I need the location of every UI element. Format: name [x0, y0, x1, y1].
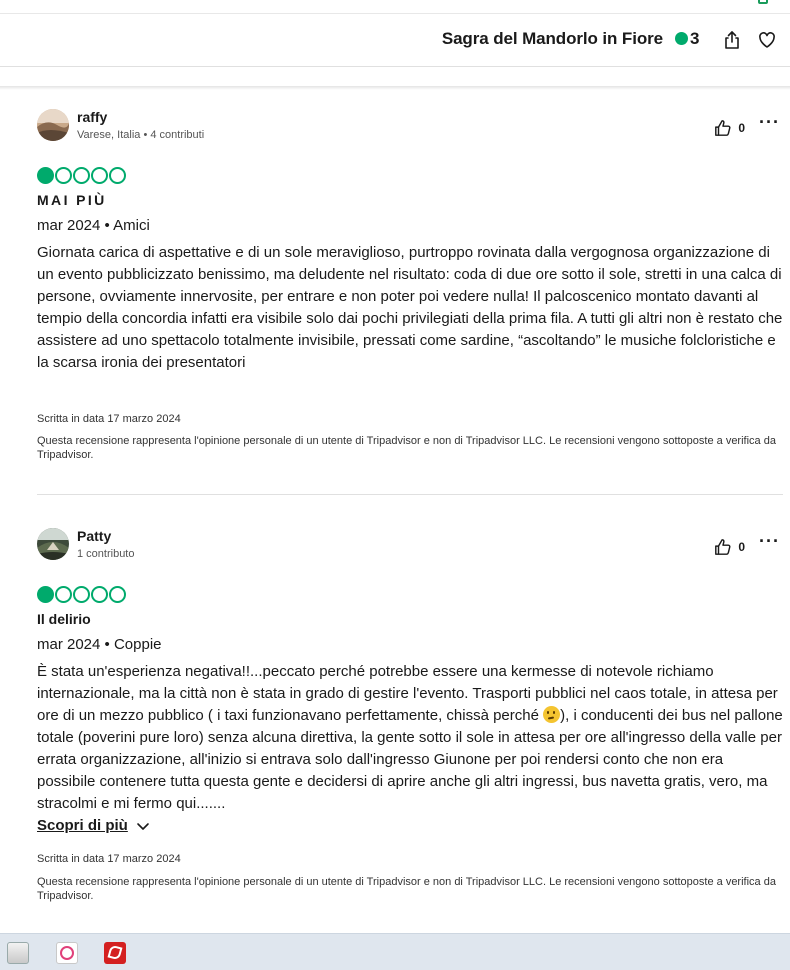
helpful-vote-button[interactable]: 0: [714, 119, 745, 137]
chevron-down-icon: [137, 822, 149, 830]
review-text: Giornata carica di aspettative e di un s…: [37, 244, 783, 371]
bubble-icon: [109, 167, 126, 184]
bubble-icon: [109, 586, 126, 603]
divider: [37, 494, 783, 495]
taskbar: [0, 933, 790, 970]
sticky-header: Sagra del Mandorlo in Fiore 3: [0, 14, 790, 67]
partial-icon: [758, 0, 768, 4]
bubble-icon: [37, 586, 54, 603]
more-options-icon[interactable]: ···: [759, 532, 779, 554]
disclaimer: Questa recensione rappresenta l'opinione…: [37, 435, 776, 461]
acrobat-icon[interactable]: [104, 942, 126, 964]
avatar[interactable]: [37, 109, 69, 141]
header-shadow: [0, 86, 790, 90]
vote-count: 0: [738, 540, 745, 554]
thumbs-up-icon: [715, 539, 731, 555]
rating-dot-icon: [675, 32, 688, 45]
review-title[interactable]: MAI PIÙ: [37, 192, 107, 208]
bubble-icon: [55, 167, 72, 184]
rating-value: 3: [690, 29, 700, 48]
bubble-icon: [91, 586, 108, 603]
thumbs-up-icon: [715, 120, 731, 136]
more-options-icon[interactable]: ···: [759, 113, 779, 135]
bubble-icon: [91, 167, 108, 184]
bubble-icon: [73, 586, 90, 603]
written-date: Scritta in data 17 marzo 2024: [37, 413, 181, 425]
read-more-label: Scopri di più: [37, 817, 128, 834]
review-date: mar 2024 • Coppie: [37, 636, 162, 653]
avatar[interactable]: [37, 528, 69, 560]
review-text: È stata un'esperienza negativa!!...pecca…: [37, 661, 783, 815]
rating-bubbles: [37, 167, 126, 184]
bubble-icon: [73, 167, 90, 184]
heart-icon[interactable]: [757, 30, 777, 50]
vote-count: 0: [738, 121, 745, 135]
itunes-icon[interactable]: [56, 942, 78, 964]
username[interactable]: raffy: [77, 109, 107, 125]
user-info: 1 contributo: [77, 548, 135, 560]
bubble-icon: [55, 586, 72, 603]
top-strip: [0, 0, 790, 14]
helpful-vote-button[interactable]: 0: [714, 538, 745, 556]
share-icon[interactable]: [722, 30, 742, 50]
read-more-link[interactable]: Scopri di più: [37, 817, 150, 834]
review-card: raffy Varese, Italia • 4 contributi 0 ··…: [37, 109, 783, 469]
review-title[interactable]: Il delirio: [37, 611, 91, 627]
review-card: Patty 1 contributo 0 ··· Il delirio mar …: [37, 528, 783, 908]
disclaimer: Questa recensione rappresenta l'opinione…: [37, 876, 776, 902]
user-info: Varese, Italia • 4 contributi: [77, 129, 205, 141]
rating-bubbles: [37, 586, 126, 603]
written-date: Scritta in data 17 marzo 2024: [37, 853, 181, 865]
thinking-face-emoji: [543, 706, 561, 723]
username[interactable]: Patty: [77, 528, 111, 544]
review-date: mar 2024 • Amici: [37, 217, 150, 234]
explorer-icon[interactable]: [7, 942, 29, 964]
attraction-title: Sagra del Mandorlo in Fiore: [441, 29, 663, 48]
bubble-icon: [37, 167, 54, 184]
